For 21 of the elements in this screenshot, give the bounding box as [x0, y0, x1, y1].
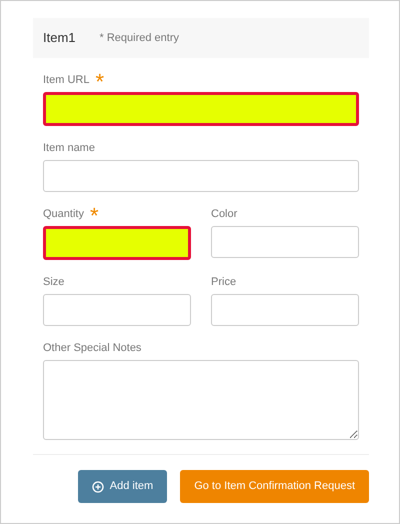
field-label: Price — [211, 274, 236, 290]
input-field[interactable] — [211, 294, 359, 326]
field-label: Other Special Notes — [43, 340, 142, 356]
add-item-button[interactable]: Add item — [78, 470, 168, 503]
input-field[interactable] — [43, 160, 359, 192]
field-label: Item name — [43, 140, 95, 156]
input-field[interactable] — [43, 226, 191, 260]
field-label: Color — [211, 206, 238, 222]
field-label: Size — [43, 274, 64, 290]
input-field[interactable] — [211, 226, 359, 258]
plus-circle-icon — [92, 480, 104, 492]
required-note: * Required entry — [100, 30, 180, 46]
confirm-button[interactable]: Go to Item Confirmation Request — [180, 470, 369, 503]
field-label: Quantity — [43, 206, 84, 222]
item-title: Item1 — [43, 29, 76, 48]
notes-field[interactable] — [43, 360, 359, 440]
required-mark: * — [95, 71, 104, 89]
field-label: Item URL — [43, 72, 90, 88]
required-mark: * — [90, 205, 99, 223]
input-field[interactable] — [43, 294, 191, 326]
input-field[interactable] — [43, 92, 359, 126]
